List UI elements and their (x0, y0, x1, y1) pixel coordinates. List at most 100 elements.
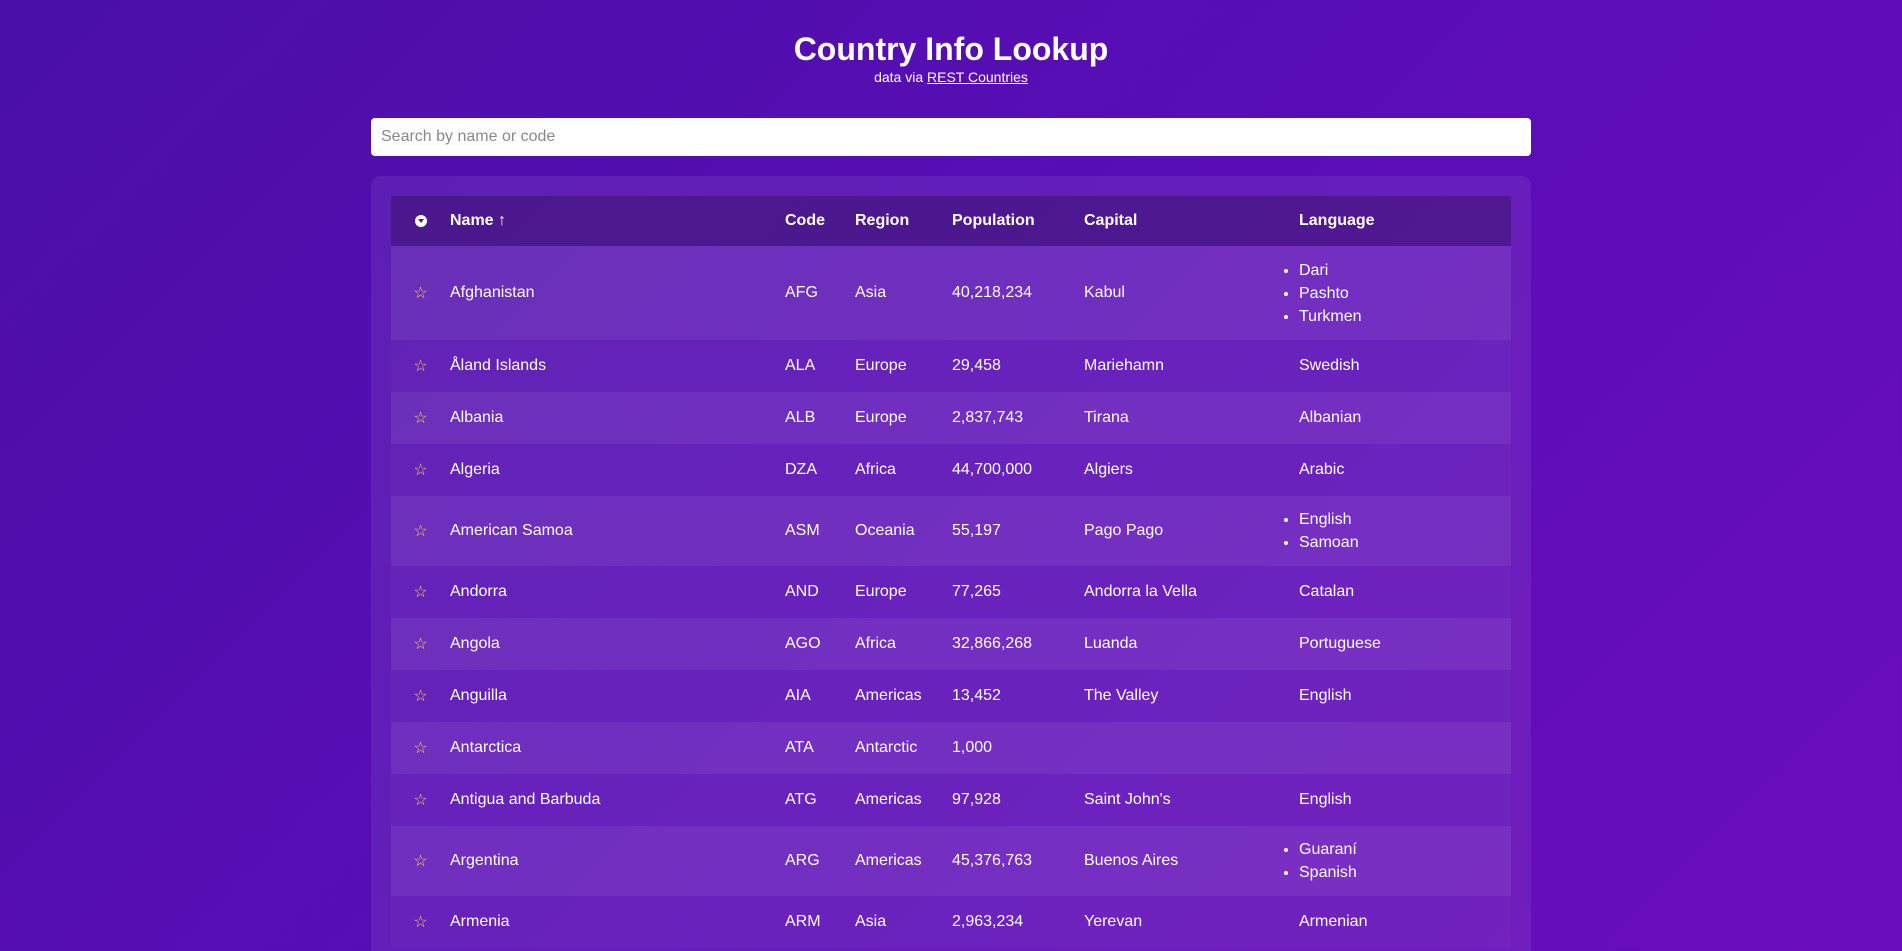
country-population-cell: 97,928 (952, 791, 1001, 808)
country-population-cell: 2,837,743 (952, 409, 1024, 426)
country-population-cell: 13,452 (952, 687, 1001, 704)
column-header-name[interactable]: Name ↑ (450, 196, 785, 246)
table-row: ☆ Afghanistan AFG Asia 40,218,234 Kabul DariPa… (391, 246, 1511, 340)
country-name-cell: Algeria (450, 461, 500, 478)
language-list: GuaraníSpanish (1299, 838, 1511, 884)
country-name-cell: Armenia (450, 913, 510, 930)
star-icon[interactable]: ☆ (413, 410, 427, 427)
favorite-cell: ☆ (391, 826, 450, 896)
star-icon[interactable]: ☆ (413, 584, 427, 601)
country-capital-cell: Kabul (1084, 284, 1125, 301)
country-capital-cell (1084, 722, 1299, 774)
page-header: Country Info Lookup data via REST Countr… (0, 0, 1902, 86)
country-population-cell: 29,458 (952, 357, 1001, 374)
table-header-row: Name ↑ Code Region Population Capital La… (391, 196, 1511, 246)
table-row: ☆ Algeria DZA Africa 44,700,000 Algiers Arabic (391, 444, 1511, 496)
language-item: Armenian (1299, 913, 1368, 930)
language-item: English (1299, 508, 1511, 531)
country-language-cell: Albanian (1299, 392, 1511, 444)
column-header-language[interactable]: Language (1299, 196, 1511, 246)
country-language-cell: English (1299, 670, 1511, 722)
column-header-region[interactable]: Region (855, 196, 952, 246)
country-language-cell: GuaraníSpanish (1299, 826, 1511, 896)
country-region-cell: Europe (855, 583, 907, 600)
column-header-code[interactable]: Code (785, 196, 855, 246)
language-list: DariPashtoTurkmen (1299, 259, 1511, 328)
language-list: EnglishSamoan (1299, 508, 1511, 554)
country-language-cell: DariPashtoTurkmen (1299, 246, 1511, 340)
country-name-cell: Åland Islands (450, 357, 547, 374)
table-row: ☆ Armenia ARM Asia 2,963,234 Yerevan Armenian (391, 896, 1511, 948)
star-icon[interactable]: ☆ (413, 688, 427, 705)
country-name-cell: American Samoa (450, 522, 573, 539)
favorite-cell: ☆ (391, 340, 450, 392)
column-header-population[interactable]: Population (952, 196, 1084, 246)
star-icon[interactable]: ☆ (413, 462, 427, 479)
country-code-cell: ALA (785, 357, 816, 374)
country-region-cell: Americas (855, 687, 922, 704)
country-capital-cell: Buenos Aires (1084, 852, 1179, 869)
table-body: ☆AfghanistanAFGAsia40,218,234KabulDariPa… (391, 246, 1511, 948)
star-icon[interactable]: ☆ (413, 914, 427, 931)
page-title: Country Info Lookup (793, 31, 1109, 67)
table-row: ☆ Antigua and Barbuda ATG Americas 97,928 Sai… (391, 774, 1511, 826)
page-subtitle: data via REST Countries (0, 68, 1902, 86)
language-item: Pashto (1299, 282, 1511, 305)
country-language-cell (1299, 722, 1511, 774)
country-population-cell: 77,265 (952, 583, 1001, 600)
country-region-cell: Africa (855, 461, 896, 478)
favorite-cell: ☆ (391, 722, 450, 774)
star-icon[interactable]: ☆ (413, 636, 427, 653)
country-name-cell: Afghanistan (450, 284, 535, 301)
country-region-cell: Europe (855, 409, 907, 426)
country-capital-cell: Tirana (1084, 409, 1129, 426)
star-icon[interactable]: ☆ (413, 358, 427, 375)
country-code-cell: ALB (785, 409, 816, 426)
country-language-cell: Swedish (1299, 340, 1511, 392)
country-language-cell: Catalan (1299, 566, 1511, 618)
country-language-cell: Armenian (1299, 896, 1511, 948)
country-capital-cell: The Valley (1084, 687, 1159, 704)
favorite-cell: ☆ (391, 896, 450, 948)
language-item: Samoan (1299, 531, 1511, 554)
country-region-cell: Oceania (855, 522, 915, 539)
country-language-cell: EnglishSamoan (1299, 496, 1511, 566)
country-code-cell: AFG (785, 284, 818, 301)
favorites-filter-icon[interactable] (414, 214, 427, 227)
subtitle-prefix: data via (874, 69, 924, 85)
table-row: ☆ Angola AGO Africa 32,866,268 Luanda Portugue… (391, 618, 1511, 670)
star-icon[interactable]: ☆ (413, 740, 427, 757)
country-population-cell: 1,000 (952, 739, 993, 756)
favorite-cell: ☆ (391, 246, 450, 340)
language-item: English (1299, 687, 1352, 704)
country-capital-cell: Yerevan (1084, 913, 1143, 930)
star-icon[interactable]: ☆ (413, 853, 427, 870)
country-capital-cell: Luanda (1084, 635, 1138, 652)
country-capital-cell: Andorra la Vella (1084, 583, 1197, 600)
star-icon[interactable]: ☆ (413, 523, 427, 540)
country-code-cell: ARG (785, 852, 820, 869)
country-capital-cell: Mariehamn (1084, 357, 1165, 374)
favorite-cell: ☆ (391, 496, 450, 566)
table-row: ☆ Albania ALB Europe 2,837,743 Tirana Albanian (391, 392, 1511, 444)
country-language-cell: Arabic (1299, 444, 1511, 496)
rest-countries-link[interactable]: REST Countries (927, 69, 1028, 85)
country-population-cell: 55,197 (952, 522, 1001, 539)
star-icon[interactable]: ☆ (413, 792, 427, 809)
language-item: Dari (1299, 259, 1511, 282)
favorites-column-header[interactable] (391, 196, 450, 246)
column-header-capital[interactable]: Capital (1084, 196, 1299, 246)
search-input[interactable] (371, 118, 1531, 156)
country-code-cell: DZA (785, 461, 817, 478)
favorite-cell: ☆ (391, 670, 450, 722)
country-region-cell: Americas (855, 791, 922, 808)
language-item: Catalan (1299, 583, 1355, 600)
country-population-cell: 2,963,234 (952, 913, 1024, 930)
country-name-cell: Anguilla (450, 687, 507, 704)
country-population-cell: 45,376,763 (952, 852, 1033, 869)
country-capital-cell: Algiers (1084, 461, 1133, 478)
table-row: ☆ Antarctica ATA Antarctic 1,000 (391, 722, 1511, 774)
favorite-cell: ☆ (391, 774, 450, 826)
star-icon[interactable]: ☆ (413, 285, 427, 302)
country-region-cell: Africa (855, 635, 896, 652)
